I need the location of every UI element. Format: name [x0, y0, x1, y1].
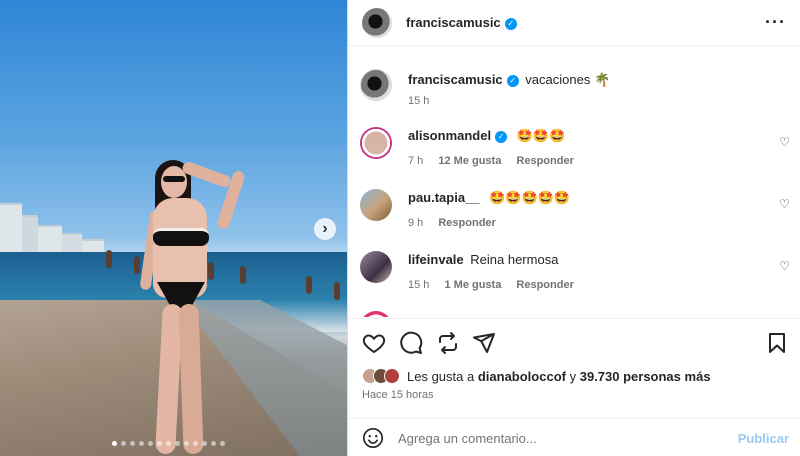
- carousel-dot: [148, 441, 153, 446]
- caption-time: 15 h: [408, 95, 430, 107]
- comment-time: 7 h: [408, 155, 424, 167]
- post-time: Hace 15 horas: [362, 389, 434, 401]
- comment-text: Reina hermosa: [470, 252, 559, 267]
- comment-reply-button[interactable]: Responder: [516, 155, 573, 167]
- comment-like-heart-icon[interactable]: ♡: [779, 197, 790, 211]
- beach-person: [106, 250, 112, 268]
- comment-like-heart-icon[interactable]: ♡: [779, 135, 790, 149]
- likes-text: Les gusta a dianaboloccof y 39.730 perso…: [407, 369, 711, 384]
- woman-figure: [139, 160, 246, 456]
- carousel-dot: [130, 441, 135, 446]
- likes-count[interactable]: 39.730 personas: [580, 369, 681, 384]
- likes-summary: Les gusta a dianaboloccof y 39.730 perso…: [362, 368, 711, 384]
- beach-person: [306, 276, 312, 294]
- caption-row: franciscamusic ✓ vacaciones 🌴 15 h: [360, 69, 790, 109]
- heart-icon[interactable]: [362, 331, 386, 355]
- carousel-dots: [112, 441, 225, 446]
- comment-avatar[interactable]: [360, 189, 392, 221]
- author-avatar[interactable]: [362, 7, 392, 38]
- bookmark-icon[interactable]: [765, 331, 789, 355]
- carousel-dot: [211, 441, 216, 446]
- post-photo: ›: [0, 0, 347, 456]
- add-comment-bar: Publicar: [348, 418, 800, 456]
- carousel-dot: [121, 441, 126, 446]
- comment-avatar[interactable]: [360, 251, 392, 283]
- likes-suffix[interactable]: más: [685, 369, 711, 384]
- carousel-dot: [166, 441, 171, 446]
- more-options-icon[interactable]: ···: [765, 12, 786, 33]
- comment-username[interactable]: pau.tapia__: [408, 190, 480, 205]
- buildings: [0, 200, 110, 255]
- beach-person: [240, 266, 246, 284]
- comment-time: 9 h: [408, 217, 424, 229]
- repost-icon[interactable]: [436, 331, 460, 355]
- liker-avatar: [384, 368, 400, 384]
- likes-middle: y: [569, 368, 577, 384]
- comment-text: 🤩🤩🤩: [516, 128, 566, 143]
- comment-text: 🤩🤩🤩🤩🤩: [489, 190, 571, 205]
- comment-time: 15 h: [408, 279, 430, 291]
- author-name-wrap: franciscamusic ✓: [406, 14, 517, 32]
- comments-list: franciscamusic ✓ vacaciones 🌴 15 h alison…: [348, 47, 800, 317]
- carousel-dot: [193, 441, 198, 446]
- caption-text: vacaciones 🌴: [525, 72, 611, 87]
- verified-badge-icon: ✓: [495, 131, 508, 143]
- comment-reply-button[interactable]: Responder: [516, 279, 573, 291]
- author-username[interactable]: franciscamusic: [406, 15, 501, 30]
- action-bar: [348, 318, 800, 364]
- comment-likes[interactable]: 12 Me gusta: [438, 155, 501, 167]
- comment-username[interactable]: lifeinvale: [408, 252, 464, 267]
- comment-input[interactable]: [398, 431, 718, 446]
- comment-avatar[interactable]: [360, 127, 392, 159]
- carousel-dot: [202, 441, 207, 446]
- carousel-dot: [157, 441, 162, 446]
- beach-person: [334, 282, 340, 300]
- comment-icon[interactable]: [399, 331, 423, 355]
- emoji-icon[interactable]: [362, 427, 384, 449]
- beach-person: [134, 256, 140, 274]
- carousel-dot: [175, 441, 180, 446]
- likes-user[interactable]: dianaboloccof: [478, 369, 566, 384]
- verified-badge-icon: ✓: [504, 17, 517, 30]
- publish-button[interactable]: Publicar: [738, 431, 789, 446]
- carousel-dot: [184, 441, 189, 446]
- carousel-next-button[interactable]: ›: [314, 218, 336, 240]
- carousel-dot: [112, 441, 117, 446]
- carousel-dot: [220, 441, 225, 446]
- likes-prefix: Les gusta a: [407, 368, 475, 384]
- comment-row: lifeinvale Reina hermosa 15 h 1 Me gusta…: [360, 251, 790, 297]
- caption-avatar[interactable]: [360, 69, 392, 101]
- comment-row: alisonmandel ✓ 🤩🤩🤩 7 h 12 Me gusta Respon…: [360, 127, 790, 173]
- comment-likes[interactable]: 1 Me gusta: [444, 279, 501, 291]
- caption-username[interactable]: franciscamusic: [408, 72, 503, 87]
- comment-avatar[interactable]: [360, 311, 392, 317]
- carousel-dot: [139, 441, 144, 446]
- comment-reply-button[interactable]: Responder: [438, 217, 495, 229]
- post-header: franciscamusic ✓ ···: [348, 0, 800, 46]
- comment-like-heart-icon[interactable]: ♡: [779, 259, 790, 273]
- send-icon[interactable]: [472, 331, 496, 355]
- comment-row-partial: [360, 311, 790, 317]
- comment-username[interactable]: alisonmandel: [408, 128, 491, 143]
- comment-row: pau.tapia__ 🤩🤩🤩🤩🤩 9 h Responder ♡: [360, 189, 790, 235]
- verified-badge-icon: ✓: [506, 75, 519, 87]
- post-panel: franciscamusic ✓ ··· franciscamusic ✓ vaca…: [347, 0, 800, 456]
